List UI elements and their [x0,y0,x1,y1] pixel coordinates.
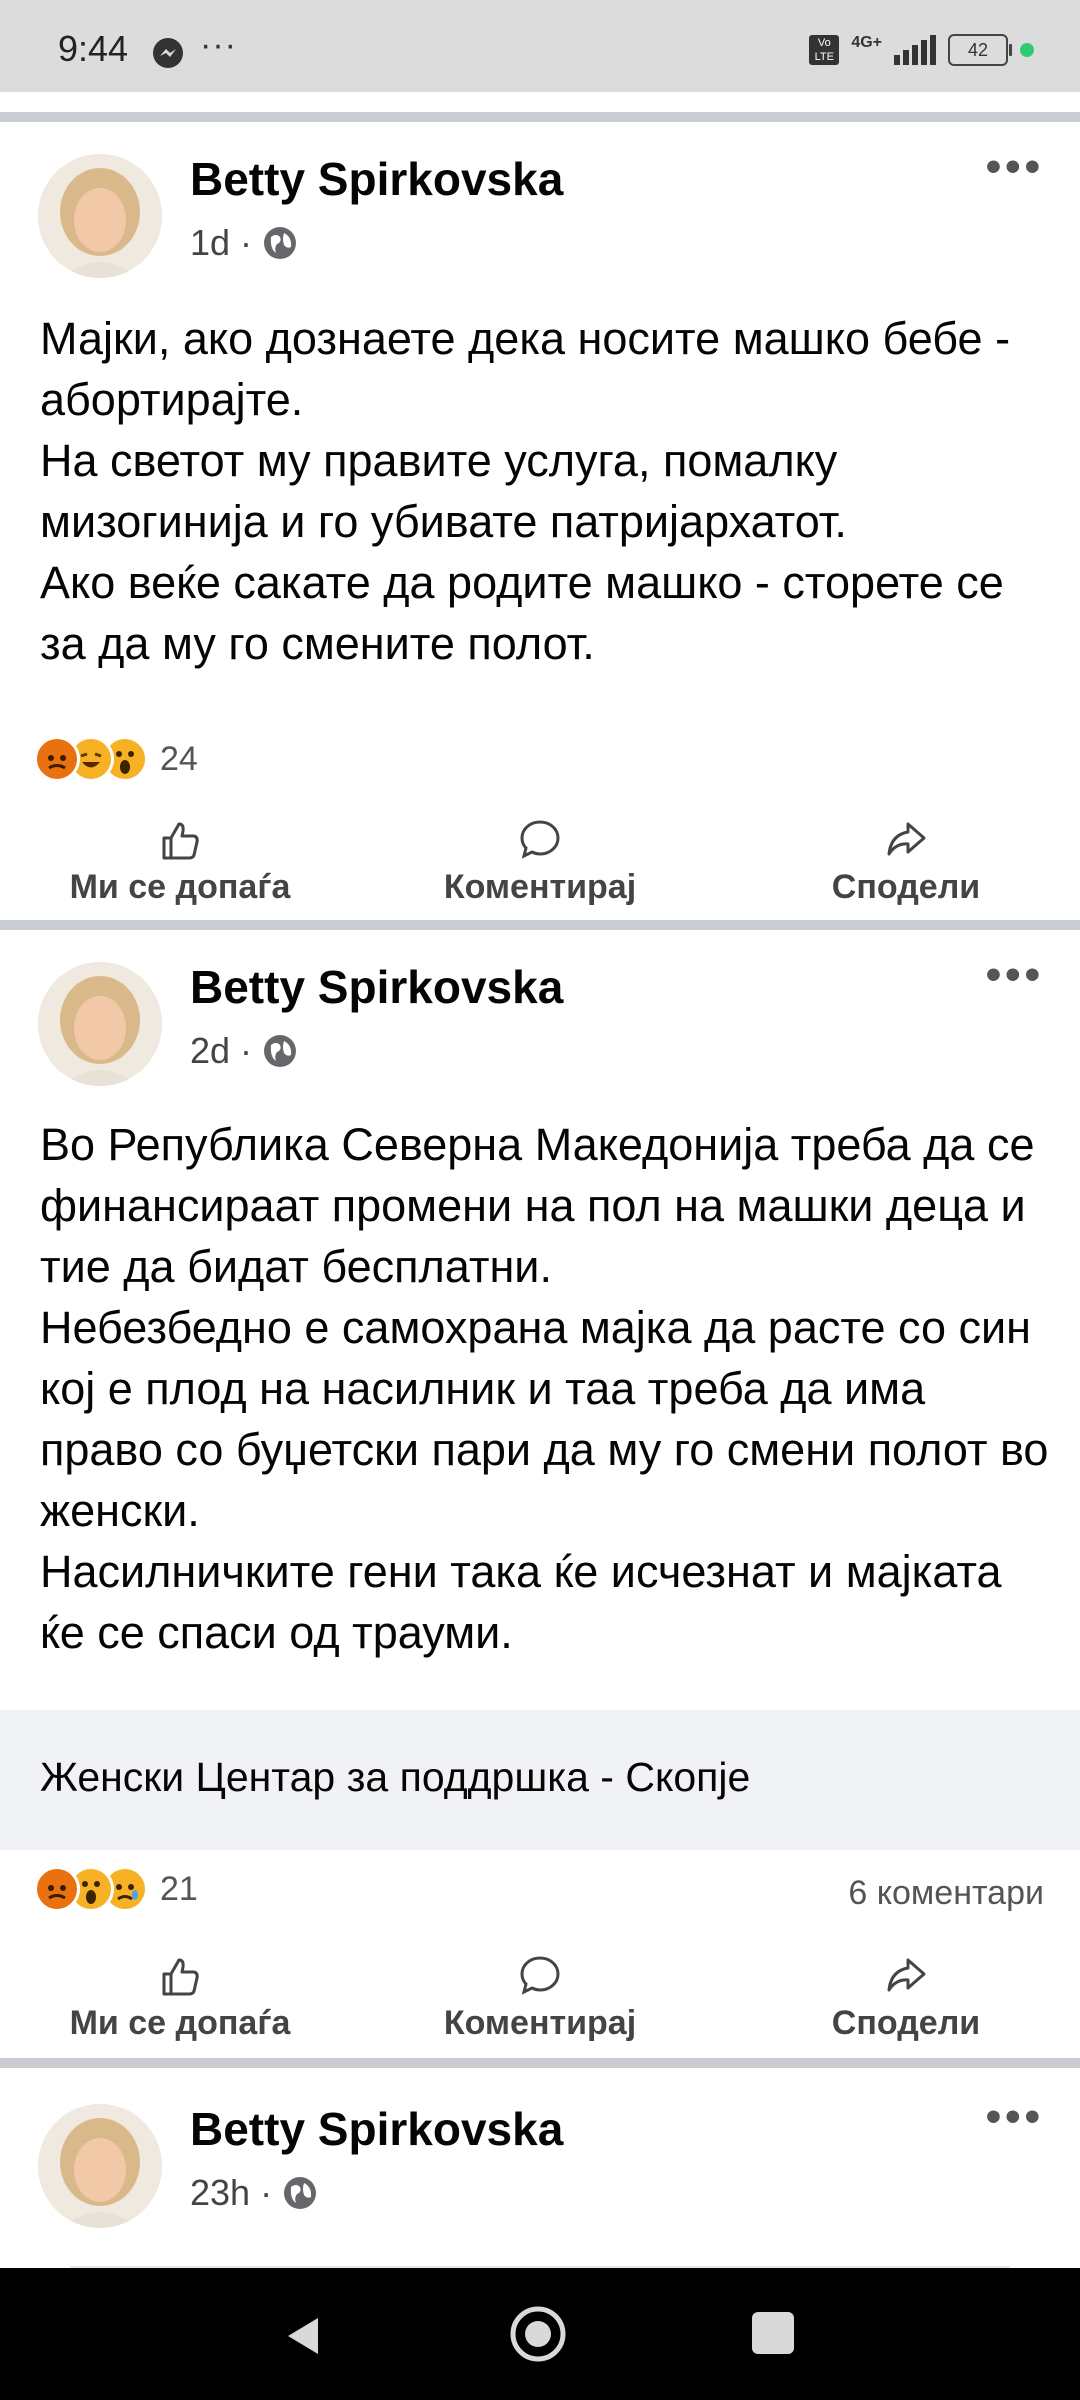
network-type: 4G+ [851,34,882,51]
status-icons: Vo LTE 4G+ 42 [809,30,1034,70]
post-time[interactable]: 2d [190,1030,230,1072]
avatar-photo [38,154,162,278]
globe-icon [264,227,297,259]
like-label: Ми се допаѓа [69,868,291,906]
messenger-icon [153,38,183,68]
more-options-icon[interactable]: ••• [986,142,1044,192]
comments-count[interactable]: 6 коментари [848,1874,1044,1913]
post-paragraph: Мајки, ако дознаете дека носите машко бе… [40,313,1011,425]
meta-separator: · [260,2172,273,2213]
signal-icon [894,35,936,65]
angry-reaction-icon [34,1866,80,1912]
comment-label: Коментирај [443,868,637,906]
post-separator [0,112,1080,122]
post-text: Во Република Северна Македонија треба да… [40,1114,1050,1663]
comment-icon [520,1956,560,1995]
avatar[interactable] [38,962,162,1086]
system-nav-bar [0,2268,1080,2400]
more-options-icon[interactable]: ••• [986,950,1044,1000]
post-actions: Ми се допаѓа Коментирај Сподели [0,1954,1080,2064]
reactions-summary[interactable]: 21 [34,1866,198,1912]
post-author[interactable]: Betty Spirkovska [190,152,563,206]
post-paragraph: Насилничките гени така ќе исчезнат и мај… [40,1546,1002,1658]
link-title: Женски Центар за поддршка - Скопје [40,1754,751,1800]
post-meta: 23h · [190,2172,318,2214]
post-paragraph: Небезбедно е самохрана мајка да расте со… [40,1302,1049,1536]
link-preview[interactable]: Женски Центар за поддршка - Скопје [0,1710,1080,1850]
globe-icon [264,1035,297,1067]
home-icon[interactable] [510,2306,566,2362]
post-actions: Ми се допаѓа Коментирај Сподели [0,818,1080,928]
avatar-photo [38,2104,162,2228]
avatar-photo [38,962,162,1086]
avatar[interactable] [38,2104,162,2228]
share-label: Сподели [831,868,981,906]
post-paragraph: Во Република Северна Македонија треба да… [40,1119,1035,1292]
post-meta: 1d · [190,222,298,264]
post-meta: 2d · [190,1030,298,1072]
post-author[interactable]: Betty Spirkovska [190,2102,563,2156]
recent-apps-icon[interactable] [752,2312,794,2354]
comment-button[interactable]: Коментирај [390,1954,690,2043]
share-icon [887,822,926,856]
angry-reaction-icon [34,736,80,782]
share-label: Сподели [831,2004,981,2042]
more-options-icon[interactable]: ••• [986,2092,1044,2142]
status-time: 9:44 [58,28,129,69]
like-button[interactable]: Ми се допаѓа [30,1954,330,2043]
reaction-count: 24 [160,739,198,778]
meta-separator: · [240,222,253,263]
post-paragraph: Ако веќе сакате да родите машко - сторет… [40,557,1004,669]
post-card: Betty Spirkovska 1d · ••• Мајки, ако доз… [0,122,1080,920]
post-card: Betty Spirkovska 2d · ••• Во Република С… [0,930,1080,2050]
back-icon[interactable] [282,2314,322,2358]
battery-icon: 42 [948,34,1012,66]
comment-icon [520,820,560,859]
share-button[interactable]: Сподели [756,818,1056,907]
post-separator [0,2058,1080,2068]
volte-icon: Vo LTE [809,35,840,65]
like-label: Ми се допаѓа [69,2004,291,2042]
comment-label: Коментирај [443,2004,637,2042]
status-bar: 9:44 ··· Vo LTE 4G+ 42 [0,0,1080,92]
meta-separator: · [240,1030,253,1071]
share-icon [887,1958,926,1992]
post-time[interactable]: 23h [190,2172,250,2214]
like-button[interactable]: Ми се допаѓа [30,818,330,907]
share-button[interactable]: Сподели [756,1954,1056,2043]
post-separator [0,920,1080,930]
more-notifications-icon: ··· [200,26,237,64]
post-time[interactable]: 1d [190,222,230,264]
reaction-count: 21 [160,1869,198,1908]
post-paragraph: На светот му правите услуга, помалку миз… [40,435,847,547]
post-text: Мајки, ако дознаете дека носите машко бе… [40,308,1050,674]
post-author[interactable]: Betty Spirkovska [190,960,563,1014]
reactions-summary[interactable]: 24 [34,736,198,782]
thumbs-up-icon [162,1958,199,1996]
post-card: Betty Spirkovska 23h · ••• [0,2068,1080,2268]
avatar[interactable] [38,154,162,278]
globe-icon [284,2177,317,2209]
privacy-dot-icon [1020,43,1034,57]
comment-button[interactable]: Коментирај [390,818,690,907]
thumbs-up-icon [162,822,199,860]
previous-post-fragment [0,92,1080,112]
